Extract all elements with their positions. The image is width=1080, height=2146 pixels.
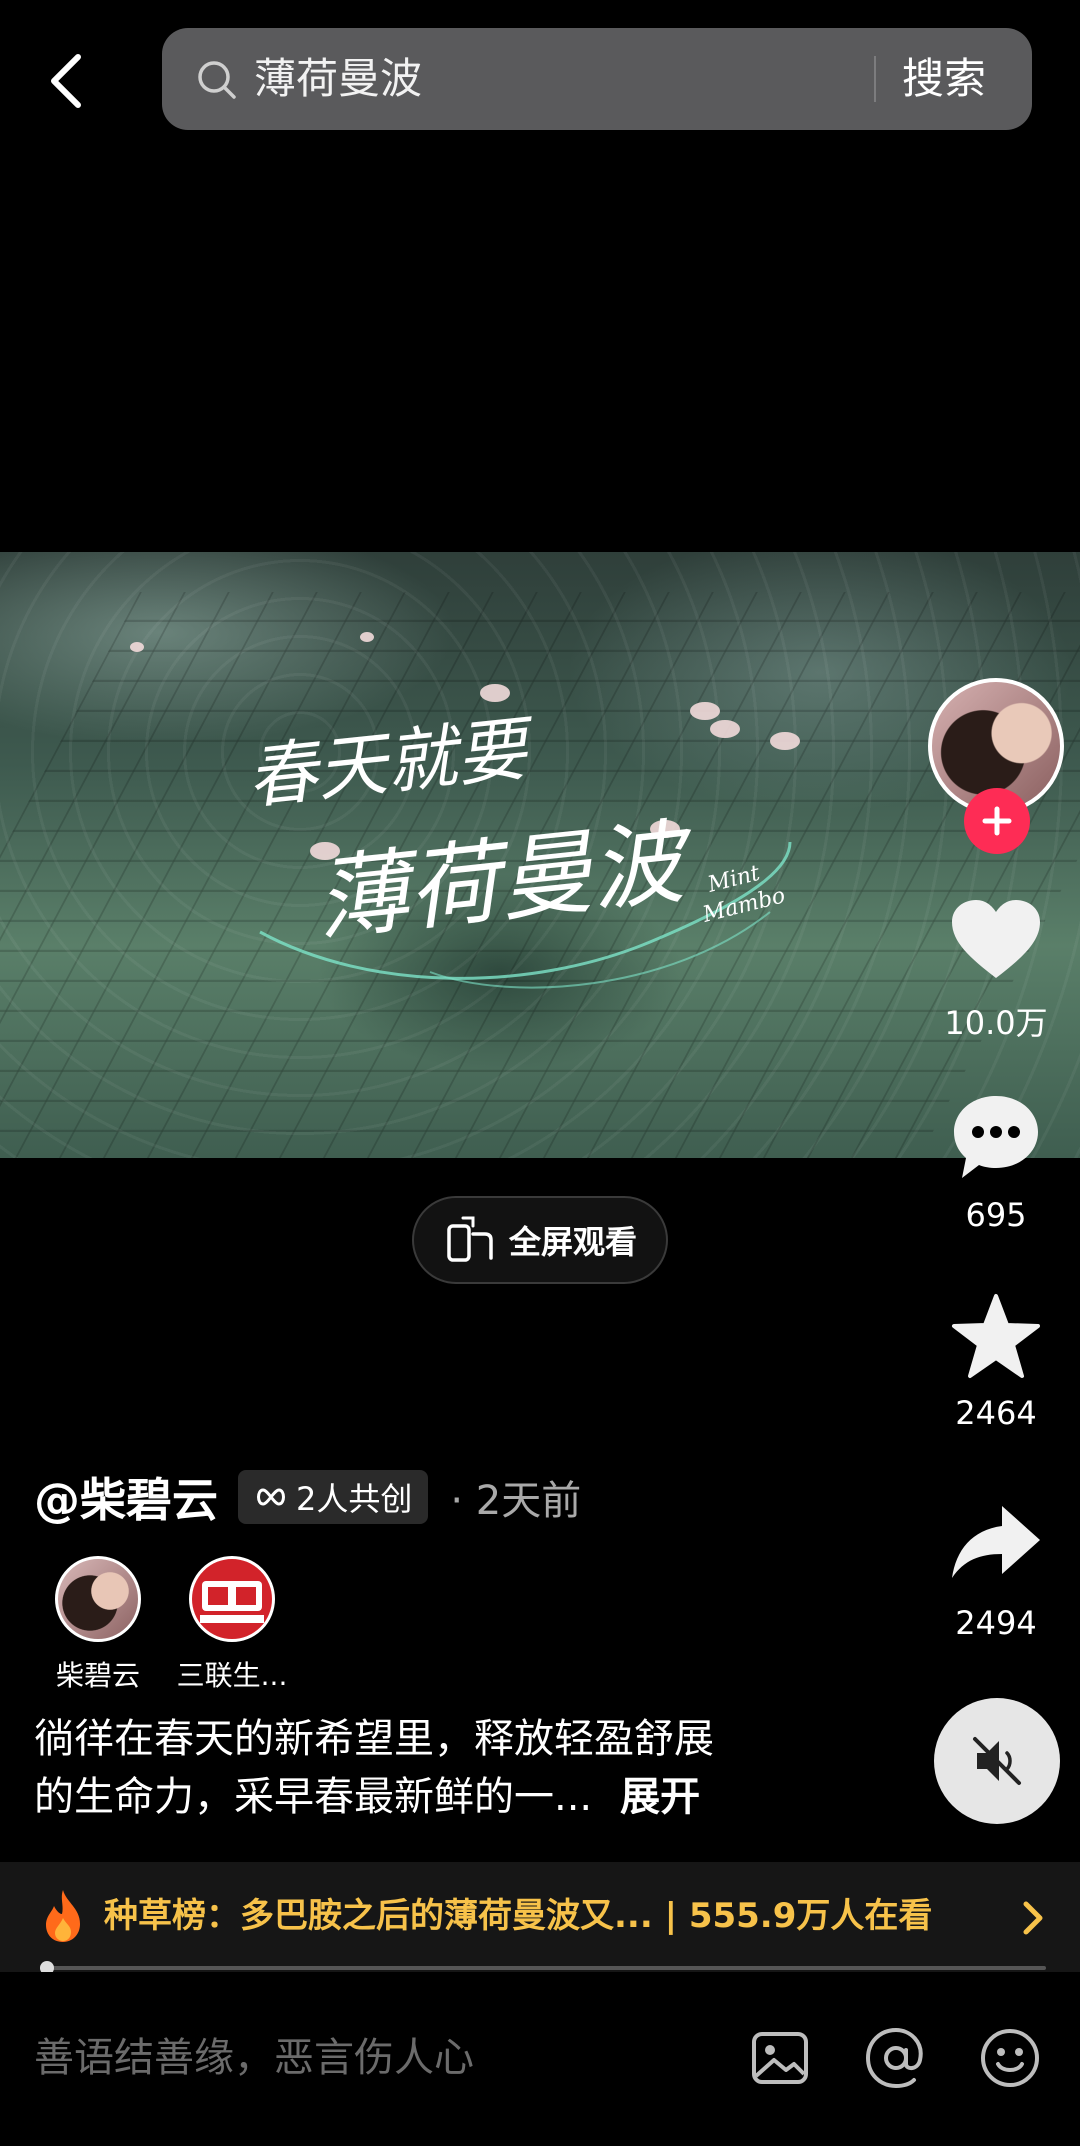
post-description: 徜徉在春天的新希望里，释放轻盈舒展 的生命力，采早春最新鲜的一... 展开 bbox=[34, 1710, 794, 1826]
infinity-link-icon bbox=[257, 1488, 285, 1506]
svg-text:春天就要: 春天就要 bbox=[250, 707, 540, 819]
follow-button[interactable] bbox=[964, 788, 1030, 854]
favorite-count: 2464 bbox=[955, 1394, 1037, 1432]
like-count: 10.0万 bbox=[944, 1004, 1048, 1042]
comment-bar: 善语结善缘，恶言伤人心 bbox=[0, 1972, 1080, 2146]
share-count: 2494 bbox=[955, 1604, 1037, 1642]
creator-item[interactable]: 三联生... bbox=[152, 1556, 312, 1694]
expand-button[interactable]: 展开 bbox=[620, 1774, 700, 1820]
playback-progress[interactable] bbox=[40, 1961, 1046, 1975]
avatar bbox=[55, 1556, 141, 1642]
emoji-icon[interactable] bbox=[978, 2026, 1042, 2090]
image-icon[interactable] bbox=[748, 2026, 812, 2090]
back-button[interactable] bbox=[34, 46, 98, 116]
at-sign-icon[interactable] bbox=[864, 2026, 928, 2090]
comment-button[interactable] bbox=[948, 1090, 1044, 1186]
share-button[interactable] bbox=[948, 1494, 1044, 1590]
search-divider bbox=[874, 56, 876, 102]
heart-icon bbox=[952, 900, 1040, 978]
post-time: · 2天前 bbox=[450, 1478, 582, 1524]
video-detail-page: 薄荷曼波 搜索 春天就要 薄荷曼波 Mint Mambo 10.0万 695 2… bbox=[0, 0, 1080, 2146]
fullscreen-label: 全屏观看 bbox=[508, 1223, 637, 1261]
author-line: @柴碧云 2人共创 · 2天前 bbox=[34, 1466, 581, 1528]
publisher-logo bbox=[194, 1561, 270, 1637]
speaker-muted-icon bbox=[973, 1737, 1021, 1785]
like-button[interactable] bbox=[948, 892, 1044, 988]
search-button[interactable]: 搜索 bbox=[902, 50, 986, 108]
mute-button[interactable] bbox=[934, 1698, 1060, 1824]
trending-banner[interactable]: 种草榜：多巴胺之后的薄荷曼波又... | 555.9万人在看 bbox=[0, 1862, 1080, 1972]
comment-input[interactable]: 善语结善缘，恶言伤人心 bbox=[34, 2030, 474, 2086]
author-name[interactable]: @柴碧云 bbox=[34, 1464, 218, 1530]
trending-text: 种草榜：多巴胺之后的薄荷曼波又... | 555.9万人在看 bbox=[104, 1896, 933, 1936]
description-line: 的生命力，采早春最新鲜的一... bbox=[34, 1774, 593, 1820]
search-bar[interactable]: 薄荷曼波 搜索 bbox=[162, 28, 1032, 130]
petal bbox=[130, 642, 144, 652]
collab-tag-label: 2人共创 bbox=[296, 1480, 413, 1518]
star-icon bbox=[952, 1294, 1040, 1378]
share-arrow-icon bbox=[952, 1506, 1040, 1578]
creator-name: 三联生... bbox=[176, 1659, 288, 1692]
petal bbox=[360, 632, 374, 642]
collab-tag[interactable]: 2人共创 bbox=[238, 1470, 429, 1524]
chevron-left-icon bbox=[51, 54, 81, 108]
favorite-button[interactable] bbox=[948, 1288, 1044, 1384]
description-line: 徜徉在春天的新希望里，释放轻盈舒展 bbox=[34, 1716, 714, 1762]
comment-count: 695 bbox=[965, 1196, 1027, 1234]
svg-text:薄荷曼波: 薄荷曼波 bbox=[311, 808, 700, 954]
rotate-phone-icon bbox=[447, 1216, 493, 1262]
video-title-art: 春天就要 薄荷曼波 Mint Mambo bbox=[250, 707, 792, 989]
search-icon bbox=[198, 61, 236, 99]
video-player[interactable]: 春天就要 薄荷曼波 Mint Mambo bbox=[0, 552, 1080, 1158]
comment-bubble-icon bbox=[954, 1096, 1038, 1178]
search-input[interactable]: 薄荷曼波 bbox=[254, 50, 422, 108]
fullscreen-button[interactable]: 全屏观看 bbox=[412, 1196, 668, 1284]
flame-icon bbox=[46, 1890, 80, 1942]
chevron-right-icon bbox=[1023, 1901, 1043, 1935]
plus-icon bbox=[982, 806, 1012, 836]
avatar bbox=[189, 1556, 275, 1642]
description-line-wrap: 的生命力，采早春最新鲜的一... 展开 bbox=[34, 1768, 794, 1826]
